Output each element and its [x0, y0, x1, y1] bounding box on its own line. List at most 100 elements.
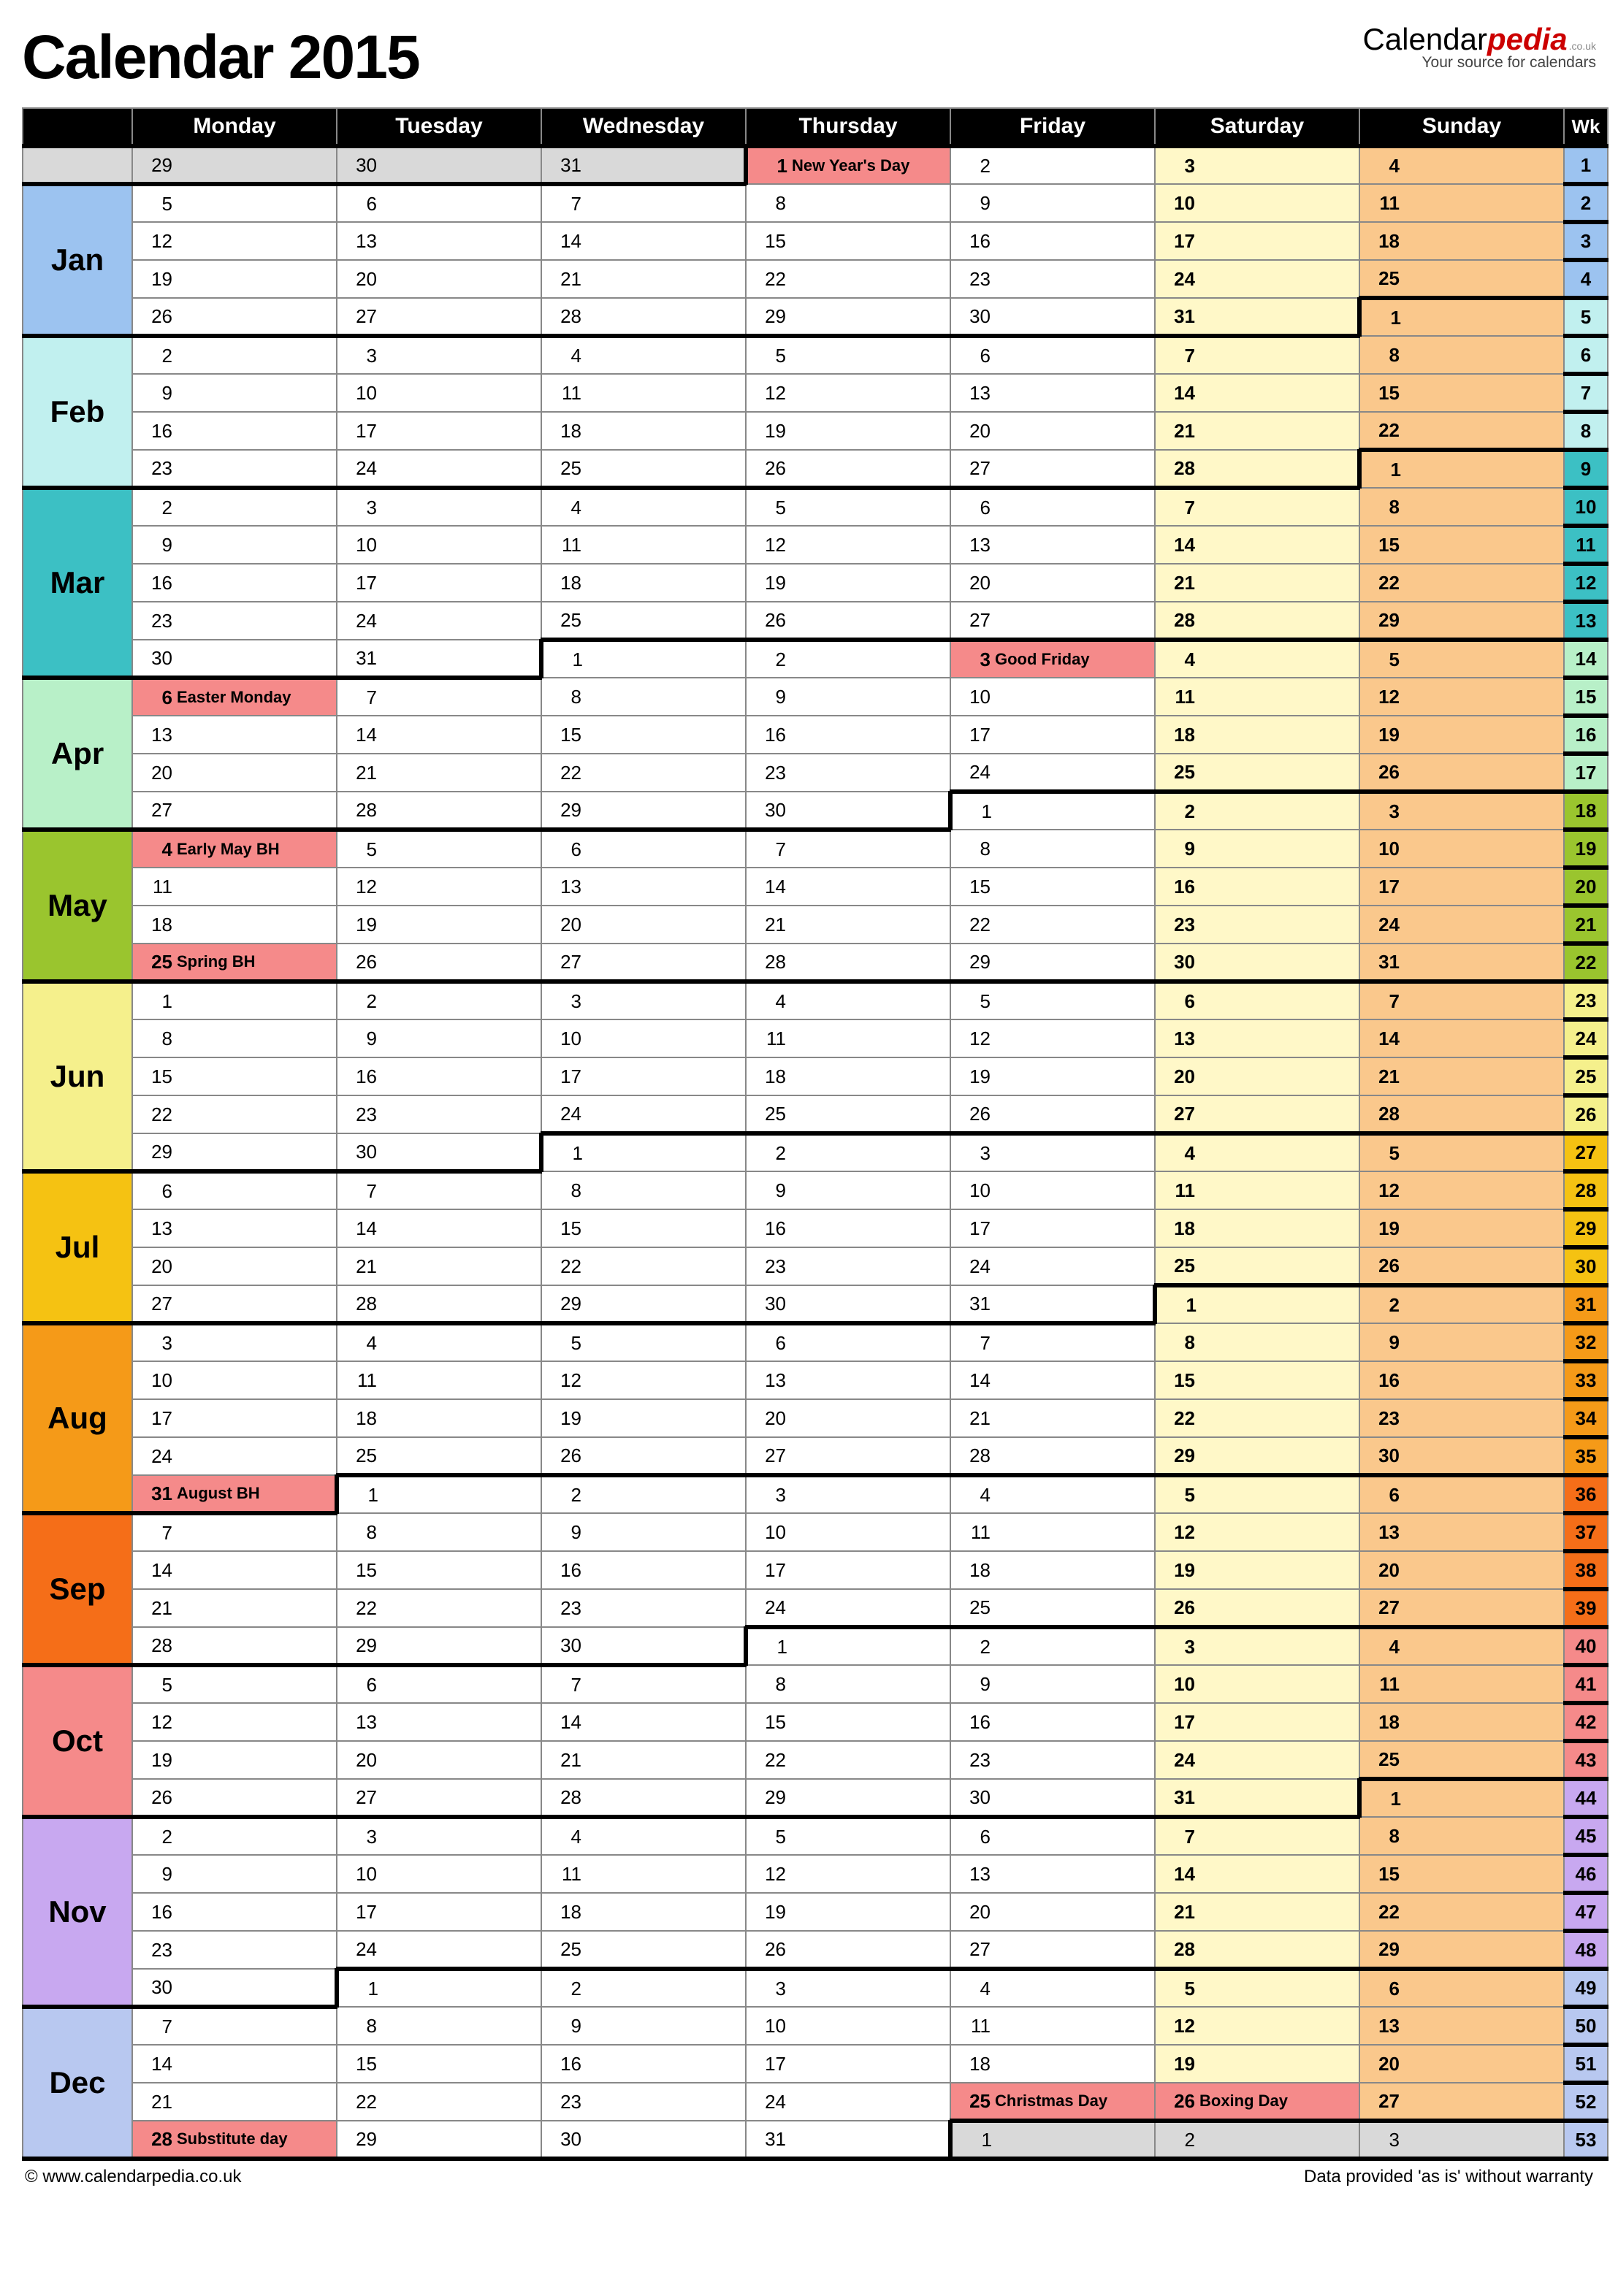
day-cell: 26	[746, 602, 950, 640]
holiday-label: Substitute day	[177, 2129, 288, 2148]
day-cell: 1	[541, 640, 746, 678]
day-cell: 10	[1155, 1665, 1359, 1703]
month-label-may: May	[23, 830, 132, 981]
day-cell: 23	[541, 2083, 746, 2121]
day-cell: 7	[746, 830, 950, 868]
day-cell: 12	[1155, 2007, 1359, 2045]
day-cell: 30	[746, 792, 950, 830]
day-cell: 14	[1155, 374, 1359, 412]
day-cell: 23	[541, 1589, 746, 1627]
day-cell: 2	[746, 640, 950, 678]
day-cell: 27	[1359, 1589, 1564, 1627]
month-label-dec: Dec	[23, 2007, 132, 2159]
day-cell: 17	[337, 564, 541, 602]
holiday-label: Christmas Day	[995, 2092, 1107, 2111]
day-cell: 17	[1155, 1703, 1359, 1741]
day-cell: 9	[950, 184, 1155, 222]
day-cell: 19	[746, 1893, 950, 1931]
day-cell: 23	[337, 1095, 541, 1133]
day-cell: 5	[132, 184, 337, 222]
week-number: 15	[1564, 678, 1608, 716]
day-cell: 5	[1155, 1475, 1359, 1513]
day-cell: 9	[541, 2007, 746, 2045]
day-cell: 9	[1359, 1323, 1564, 1361]
day-cell: 10	[132, 1361, 337, 1399]
day-cell: 31	[1155, 298, 1359, 336]
day-cell: 9	[132, 374, 337, 412]
week-number: 23	[1564, 981, 1608, 1019]
day-cell: 14	[1155, 1855, 1359, 1893]
day-cell: 29	[1359, 1931, 1564, 1969]
month-label-jan: Jan	[23, 184, 132, 336]
day-cell: 2	[1155, 2121, 1359, 2159]
day-cell: 13	[132, 716, 337, 754]
week-number: 38	[1564, 1551, 1608, 1589]
day-cell: 1New Year's Day	[746, 146, 950, 184]
header-corner	[23, 108, 132, 146]
day-cell: 11	[1155, 1171, 1359, 1209]
day-cell: 22	[132, 1095, 337, 1133]
day-cell: 25	[1155, 754, 1359, 792]
day-cell: 13	[337, 222, 541, 260]
day-cell: 12	[1359, 1171, 1564, 1209]
day-cell: 21	[132, 1589, 337, 1627]
day-cell: 28	[1359, 1095, 1564, 1133]
week-number: 44	[1564, 1779, 1608, 1817]
day-cell: 30	[950, 1779, 1155, 1817]
day-cell: 19	[1359, 716, 1564, 754]
day-cell: 12	[337, 868, 541, 906]
day-cell: 12	[746, 374, 950, 412]
day-cell: 15	[1155, 1361, 1359, 1399]
day-cell: 5	[950, 981, 1155, 1019]
day-cell: 5	[541, 1323, 746, 1361]
day-cell: 27	[337, 298, 541, 336]
day-cell: 16	[950, 1703, 1155, 1741]
day-cell: 29	[541, 792, 746, 830]
day-cell: 8	[746, 1665, 950, 1703]
day-cell: 1	[1359, 1779, 1564, 1817]
day-cell: 13	[950, 374, 1155, 412]
day-cell: 29	[950, 944, 1155, 981]
week-number: 3	[1564, 222, 1608, 260]
holiday-label: August BH	[177, 1484, 260, 1503]
day-cell: 10	[950, 1171, 1155, 1209]
day-cell: 2	[1155, 792, 1359, 830]
day-cell: 23	[1155, 906, 1359, 944]
day-cell: 14	[132, 1551, 337, 1589]
day-cell: 13	[1155, 1019, 1359, 1057]
day-cell: 24	[337, 450, 541, 488]
day-cell: 9	[132, 1855, 337, 1893]
day-cell: 3	[1155, 1627, 1359, 1665]
day-cell: 21	[1155, 564, 1359, 602]
day-cell: 10	[950, 678, 1155, 716]
day-cell: 13	[950, 1855, 1155, 1893]
day-cell: 30	[337, 146, 541, 184]
day-cell: 16	[132, 1893, 337, 1931]
day-cell: 20	[337, 260, 541, 298]
day-cell: 2	[541, 1969, 746, 2007]
day-cell: 3	[132, 1323, 337, 1361]
day-cell: 6	[950, 336, 1155, 374]
day-cell: 8	[1359, 336, 1564, 374]
day-cell: 8	[1359, 1817, 1564, 1855]
day-cell: 17	[541, 1057, 746, 1095]
day-cell: 6	[1155, 981, 1359, 1019]
day-cell: 5	[1359, 640, 1564, 678]
day-cell: 14	[1155, 526, 1359, 564]
day-cell: 4	[541, 1817, 746, 1855]
week-number: 46	[1564, 1855, 1608, 1893]
day-cell: 10	[746, 1513, 950, 1551]
day-cell: 3	[746, 1969, 950, 2007]
day-cell: 14	[950, 1361, 1155, 1399]
day-cell: 22	[1359, 564, 1564, 602]
day-cell: 17	[746, 1551, 950, 1589]
day-cell: 26	[337, 944, 541, 981]
day-cell: 22	[746, 260, 950, 298]
day-cell: 30	[746, 1285, 950, 1323]
day-cell: 20	[337, 1741, 541, 1779]
day-cell: 9	[337, 1019, 541, 1057]
day-cell: 2	[1359, 1285, 1564, 1323]
day-cell: 27	[746, 1437, 950, 1475]
day-cell: 13	[1359, 1513, 1564, 1551]
day-cell: 10	[337, 1855, 541, 1893]
